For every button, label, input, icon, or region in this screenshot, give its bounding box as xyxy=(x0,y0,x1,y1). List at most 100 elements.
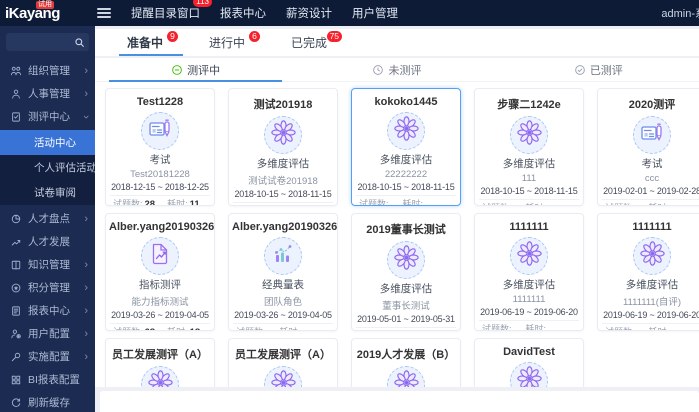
card-icon-circle xyxy=(264,366,302,387)
sidebar-item-label: 组织管理 xyxy=(28,65,70,77)
sub-tab[interactable]: 已测评 xyxy=(498,58,699,81)
growth-icon xyxy=(10,236,24,248)
sidebar-subitem[interactable]: 个人评估活动 xyxy=(0,155,95,180)
card-subtitle: Test20181228 xyxy=(130,169,190,180)
card-icon-circle xyxy=(141,366,179,387)
sidebar-item[interactable]: 人才盘点 › xyxy=(0,207,95,230)
search-icon xyxy=(74,37,85,48)
assessment-card[interactable]: 2019董事长测试 多维度评估 董事长测试 2019-05-01 ~ 2019-05-… xyxy=(351,213,461,331)
time-label: 耗时: xyxy=(167,327,188,330)
assessment-card[interactable]: DavidTest多维度评估试题数:耗时:指标数: xyxy=(474,338,584,387)
app-window: iKayang 试用 提醒目录窗口113 报表中心 薪资设计 用户管理 admin-系… xyxy=(0,0,699,412)
assessment-card[interactable]: 员工发展测评（A）多维度评估试题数:耗时:指标数: xyxy=(228,338,338,387)
count-badge: 75 xyxy=(326,31,343,42)
main-tab[interactable]: 已完成 75 xyxy=(291,29,343,56)
card-type-label: 多维度评估 xyxy=(379,154,433,166)
sidebar-item[interactable]: 实施配置 › xyxy=(0,345,95,368)
sidebar-subitem[interactable]: 活动中心 xyxy=(0,130,95,155)
sidebar-item[interactable]: 测评中心 › xyxy=(0,105,95,128)
assessment-card[interactable]: Alber.yang20190326 经典量表 团队角色 2019-03-26 ~ 2… xyxy=(228,213,338,331)
assessment-card[interactable]: kokoko1445 多维度评估 22222222 2018-10-15 ~ 2018… xyxy=(351,88,461,206)
progress-icon xyxy=(171,64,183,76)
multi-dimension-icon xyxy=(393,115,420,147)
card-subtitle: 团队角色 xyxy=(263,297,302,308)
assessment-card[interactable]: Test1228 考试 Test20181228 2018-12-15 ~ 2018-… xyxy=(105,88,215,206)
sidebar-menu: 组织管理 › 人事管理 › 测评中心 › 活动中心 个人评估活动 试卷审阅 人才盘点 › 人才发展 知识… xyxy=(0,59,95,412)
card-subtitle: 1111111 xyxy=(512,294,546,305)
nav-item-label: 报表中心 xyxy=(220,8,266,20)
assessment-card[interactable]: 1111111 多维度评估 1111111 2019-06-19 ~ 2019-06-… xyxy=(474,213,584,331)
sidebar-item[interactable]: BI报表配置 xyxy=(0,368,95,391)
card-icon-circle xyxy=(141,112,179,150)
card-icon-circle xyxy=(387,241,425,279)
scale-chart-icon xyxy=(270,241,296,272)
usercog-icon xyxy=(10,328,24,340)
multi-dimension-icon xyxy=(270,119,297,151)
multi-dimension-icon xyxy=(516,365,543,387)
assessment-card[interactable]: Alber.yang20190326 指标测评 能力指标测试 2019-03-26 ~… xyxy=(105,213,215,331)
card-type-label: 多维度评估 xyxy=(502,279,556,291)
sidebar-item[interactable]: 组织管理 › xyxy=(0,59,95,82)
sidebar-search[interactable] xyxy=(6,33,89,51)
main-tab-label: 进行中 xyxy=(209,36,246,50)
sub-tab-label: 测评中 xyxy=(187,64,221,77)
card-subtitle: 能力指标测试 xyxy=(131,297,189,308)
assessment-card[interactable]: 1111111 多维度评估 1111111(自评) 2019-06-19 ~ 2019… xyxy=(597,213,699,331)
nav-menu: 提醒目录窗口 113 报表中心 薪资设计 用户管理 xyxy=(121,0,408,26)
card-title: 1111111 xyxy=(632,221,672,233)
check-icon xyxy=(574,64,586,76)
card-title: 2020测评 xyxy=(628,99,676,111)
assessment-card[interactable]: 2020测评考试 ccc 2019-02-01 ~ 2019-02-28 试题数: 耗时… xyxy=(597,88,699,206)
questions-value: 28 xyxy=(144,199,156,206)
card-icon-circle xyxy=(633,116,671,154)
stats-line-1: 试题数:68 耗时:18 xyxy=(113,326,207,330)
logo-trial-tag: 试用 xyxy=(36,1,54,9)
nav-item-4[interactable]: 用户管理 xyxy=(352,5,398,21)
sidebar-item[interactable]: 人才发展 xyxy=(0,230,95,253)
assessment-card[interactable]: 步骤二1242e 多维度评估 111 2018-10-15 ~ 2018-11-15 试… xyxy=(474,88,584,206)
sub-tab[interactable]: 未测评 xyxy=(296,58,497,81)
top-navbar: iKayang 试用 提醒目录窗口113 报表中心 薪资设计 用户管理 admin-系 xyxy=(0,0,699,26)
time-label: 耗时: xyxy=(649,327,670,330)
sidebar-item[interactable]: 刷新缓存 xyxy=(0,391,95,412)
user-account[interactable]: admin-系 xyxy=(661,5,699,21)
nav-item-2[interactable]: 报表中心 xyxy=(220,5,266,21)
card-stats: 试题数:耗时:指标数: xyxy=(229,203,337,205)
sidebar-item[interactable]: 报表中心 › xyxy=(0,299,95,322)
card-stats: 试题数:耗时:指标数: xyxy=(598,200,699,205)
nav-item-3[interactable]: 薪资设计 xyxy=(286,5,332,21)
sidebar-item[interactable]: 人事管理 › xyxy=(0,82,95,105)
card-type-label: 多维度评估 xyxy=(379,283,433,295)
card-icon-circle xyxy=(510,237,548,275)
assessment-card[interactable]: 2019人才发展（B）多维度评估试题数:耗时:指标数: xyxy=(351,338,461,387)
card-title: Test1228 xyxy=(136,96,184,108)
card-date-range: 2018-12-15 ~ 2018-12-25 xyxy=(110,182,210,196)
sidebar-item[interactable]: 知识管理 › xyxy=(0,253,95,276)
sub-tab[interactable]: 测评中 xyxy=(95,58,296,82)
sub-tabs: 测评中 未测评 已测评 xyxy=(95,58,699,82)
main-tab[interactable]: 准备中 9 xyxy=(118,29,184,56)
card-title: Alber.yang20190326 xyxy=(232,221,337,233)
assessment-card[interactable]: 测试201918 多维度评估 测试试卷201918 2018-10-15 ~ 2018… xyxy=(228,88,338,206)
stats-line-1: 试题数: 耗时: xyxy=(605,202,699,205)
questions-label: 试题数: xyxy=(113,327,143,330)
menu-toggle-icon[interactable] xyxy=(97,8,111,18)
sidebar-search-input[interactable] xyxy=(6,36,74,48)
multi-dimension-icon xyxy=(639,240,666,272)
card-stats: 试题数:68耗时:18指标数:2 xyxy=(106,324,214,330)
logo[interactable]: iKayang 试用 xyxy=(0,0,95,26)
chevron-right-icon: › xyxy=(84,327,88,340)
card-subtitle: 111 xyxy=(521,173,537,184)
bi-icon xyxy=(10,374,24,386)
sidebar-item[interactable]: 用户配置 › xyxy=(0,322,95,345)
nav-item-1[interactable]: 提醒目录窗口 113 xyxy=(131,0,212,21)
card-icon-circle xyxy=(510,116,548,154)
chevron-right-icon: › xyxy=(84,87,88,100)
assessment-card[interactable]: 员工发展测评（A）多维度评估试题数:耗时:指标数: xyxy=(105,338,215,387)
sidebar-subitem[interactable]: 试卷审阅 xyxy=(0,180,95,205)
nav-item-label: 提醒目录窗口 xyxy=(131,8,200,20)
sidebar-item[interactable]: 积分管理 › xyxy=(0,276,95,299)
multi-dimension-icon xyxy=(270,369,297,387)
chevron-down-icon: › xyxy=(80,114,93,119)
main-tab[interactable]: 进行中 6 xyxy=(209,29,261,56)
